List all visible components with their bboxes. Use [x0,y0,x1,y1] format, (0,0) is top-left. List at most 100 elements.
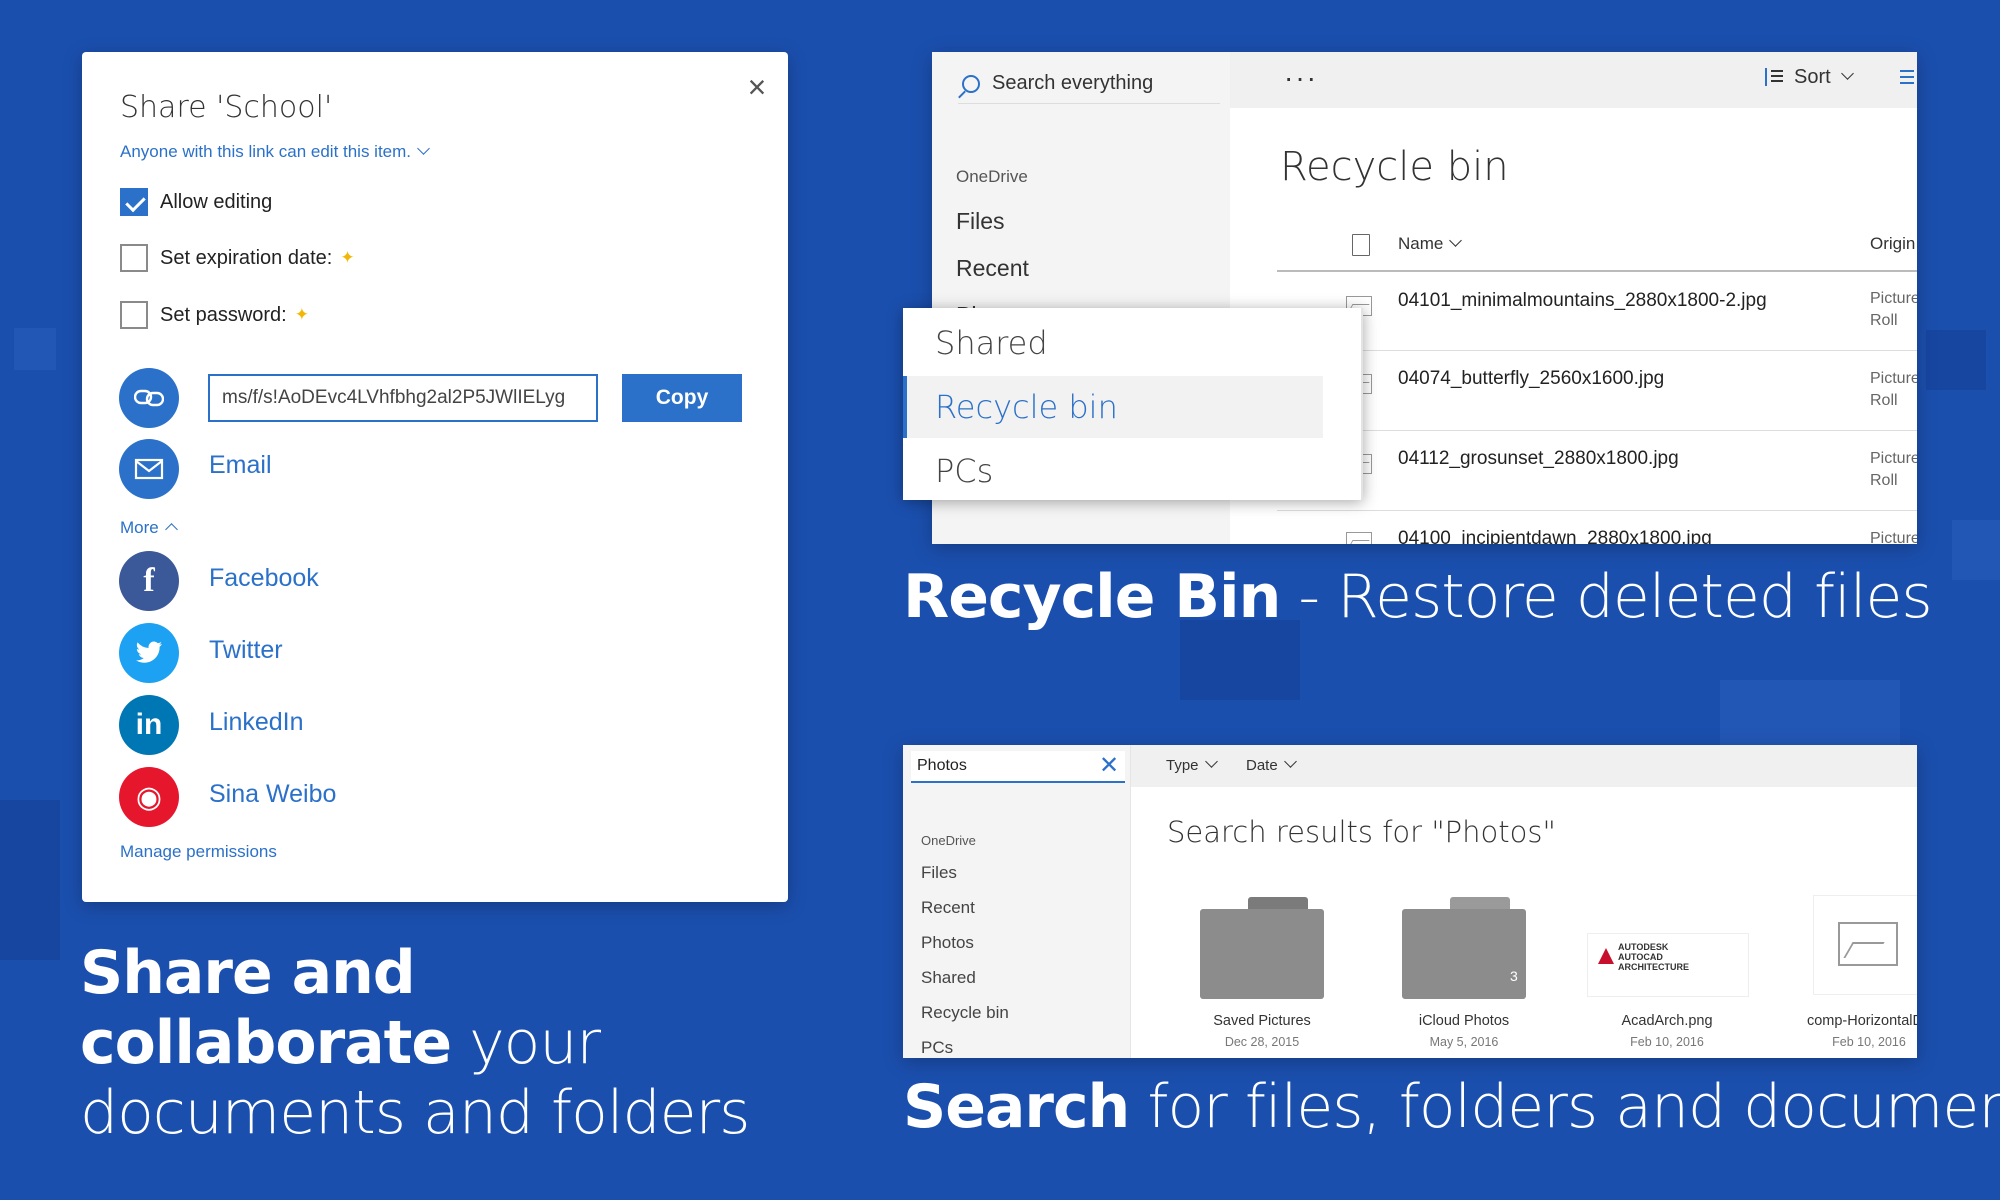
search-window: ✕ OneDrive Files Recent Photos Shared Re… [903,745,1917,1058]
type-filter[interactable]: Type [1166,755,1218,774]
recycle-caption: Recycle Bin - Restore deleted files [903,562,1933,632]
result-name: AcadArch.png [1621,1013,1713,1029]
search-icon [962,74,980,93]
clear-search-icon[interactable]: ✕ [1099,751,1119,780]
navigation-popup: Shared Recycle bin PCs [903,308,1363,500]
thumbnail-text: AUTODESK AUTOCAD ARCHITECTURE [1618,942,1689,972]
search-box[interactable]: Search everything [958,64,1220,104]
item-count: 3 [1510,968,1518,984]
premium-star-icon: ✦ [294,305,309,324]
sort-label: Sort [1794,66,1831,88]
close-icon[interactable]: × [742,71,772,103]
facebook-link[interactable]: Facebook [209,564,319,593]
manage-permissions-link[interactable]: Manage permissions [120,842,277,862]
sort-icon [1762,67,1784,89]
linkedin-icon[interactable]: in [119,695,179,755]
folder-icon [1402,909,1526,999]
type-filter-label: Type [1166,757,1199,774]
search-caption: Search for files, folders and documents [903,1072,2000,1142]
divider [1277,270,1917,272]
image-icon [1838,922,1898,966]
divider [1277,350,1917,351]
page-title: Recycle bin [1280,144,1509,190]
file-name[interactable]: 04112_grosunset_2880x1800.jpg [1398,448,1679,470]
chevron-down-icon [1283,755,1297,768]
sidebar-item-files[interactable]: Files [956,208,1005,235]
chevron-down-icon [1204,755,1218,768]
link-permission-label: Anyone with this link can edit this item… [120,142,412,161]
background-shape [1926,330,1986,390]
sidebar-item-pcs[interactable]: PCs [921,1038,953,1058]
sort-button[interactable]: Sort [1762,66,1854,89]
more-options-icon[interactable]: ··· [1284,62,1318,94]
column-name-label: Name [1398,234,1444,253]
divider [1277,430,1917,431]
sidebar-item-recent[interactable]: Recent [956,255,1029,282]
column-header-origin[interactable]: Origin [1870,234,1915,254]
chevron-up-icon [164,523,178,536]
file-thumbnail [1813,895,1917,995]
file-name[interactable]: 04074_butterfly_2560x1600.jpg [1398,368,1664,390]
result-date: Feb 10, 2016 [1630,1035,1704,1049]
sidebar-item-shared[interactable]: Shared [921,968,976,988]
sidebar-item-photos[interactable]: Photos [921,933,974,953]
file-origin: Picture Roll [1870,370,1917,409]
sidebar-item-recycle-bin[interactable]: Recycle bin [903,376,1323,438]
premium-star-icon: ✦ [340,248,355,267]
sidebar-item-files[interactable]: Files [921,863,957,883]
file-name[interactable]: 04100_incipientdawn_2880x1800.jpg [1398,528,1712,544]
divider [1277,510,1917,511]
view-menu-icon[interactable] [1900,70,1914,72]
weibo-icon[interactable]: ◉ [119,767,179,827]
background-shape [1952,520,2000,580]
result-name: iCloud Photos [1418,1013,1510,1029]
background-shape [14,328,56,370]
expiration-date-option[interactable]: Set expiration date: ✦ [120,242,355,274]
sidebar-item-pcs[interactable]: PCs [903,440,1323,502]
sidebar-item-recycle-bin[interactable]: Recycle bin [921,1003,1009,1023]
share-dialog-title: Share 'School' [120,90,333,125]
date-filter-label: Date [1246,757,1278,774]
file-type-icon [1352,234,1370,256]
file-name[interactable]: 04101_minimalmountains_2880x1800-2.jpg [1398,290,1767,312]
allow-editing-label: Allow editing [160,190,273,213]
background-shape [0,800,60,960]
email-link[interactable]: Email [209,451,272,480]
twitter-link[interactable]: Twitter [209,636,283,665]
share-link-field[interactable] [208,374,598,422]
background-shape [1180,620,1300,700]
expiration-date-checkbox[interactable] [120,244,148,272]
linkedin-link[interactable]: LinkedIn [209,708,304,737]
twitter-icon[interactable] [119,623,179,683]
result-date: Dec 28, 2015 [1224,1035,1300,1049]
facebook-icon[interactable]: f [119,551,179,611]
results-title: Search results for "Photos" [1167,815,1556,849]
image-file-icon [1346,532,1372,544]
chevron-down-icon [1840,67,1854,80]
copy-button[interactable]: Copy [622,374,742,422]
sidebar: ✕ OneDrive Files Recent Photos Shared Re… [903,745,1131,1058]
sidebar-item-shared[interactable]: Shared [903,312,1323,374]
date-filter[interactable]: Date [1246,755,1297,774]
allow-editing-checkbox[interactable] [120,188,148,216]
result-date: Feb 10, 2016 [1832,1035,1906,1049]
search-input[interactable] [911,751,1125,783]
weibo-link[interactable]: Sina Weibo [209,780,336,809]
recycle-caption-rest: - Restore deleted files [1280,562,1932,632]
folder-icon [1200,909,1324,999]
email-icon[interactable] [119,439,179,499]
allow-editing-option[interactable]: Allow editing [120,186,272,218]
link-permission-dropdown[interactable]: Anyone with this link can edit this item… [120,142,430,162]
result-name: comp-HorizontalDo [1806,1013,1917,1029]
more-toggle[interactable]: More [120,518,178,538]
password-checkbox[interactable] [120,301,148,329]
sidebar-item-recent[interactable]: Recent [921,898,975,918]
result-name: Saved Pictures [1213,1013,1311,1029]
link-icon[interactable] [119,368,179,428]
more-label: More [120,518,159,537]
search-caption-rest: for files, folders and documents [1129,1072,2000,1142]
sidebar-section-onedrive: OneDrive [921,833,976,848]
password-option[interactable]: Set password: ✦ [120,299,309,331]
result-date: May 5, 2016 [1429,1035,1499,1049]
column-header-name[interactable]: Name [1398,234,1463,254]
